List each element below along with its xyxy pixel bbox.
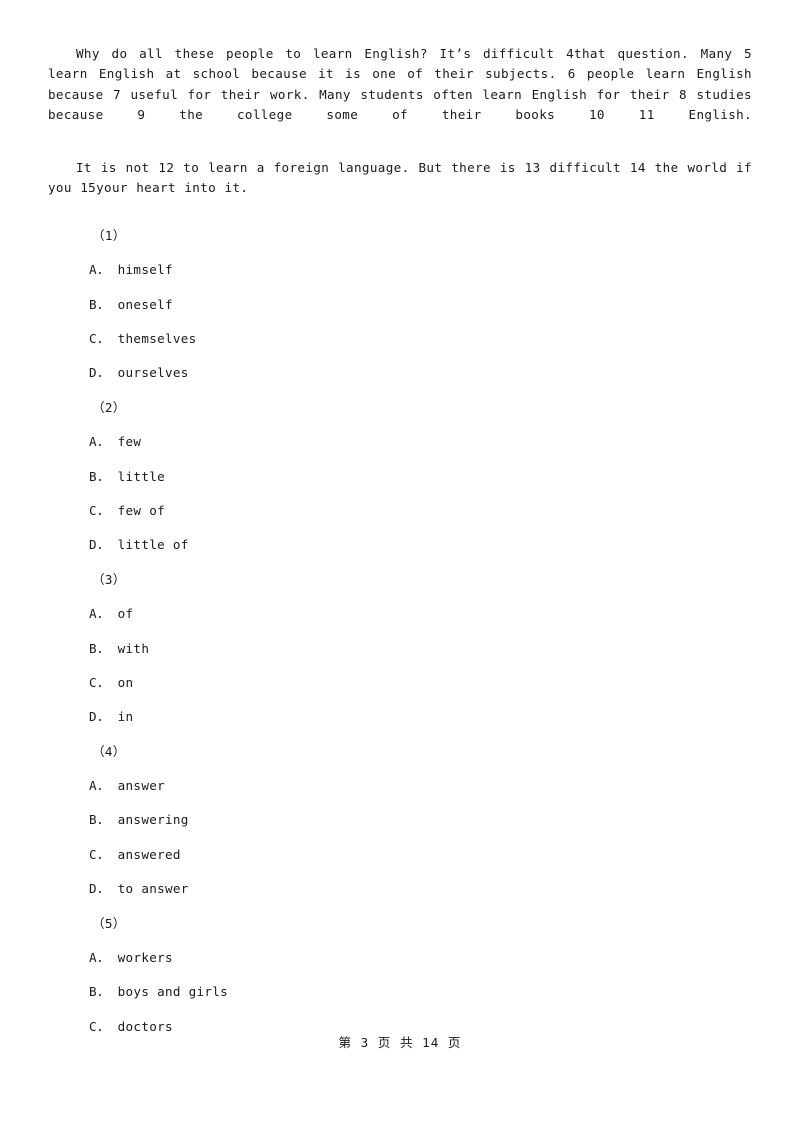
option-5-a[interactable]: A． workers	[48, 941, 752, 975]
option-text: answer	[117, 778, 165, 794]
option-text: on	[117, 674, 134, 690]
option-text: with	[117, 640, 150, 656]
option-2-c[interactable]: C． few of	[48, 494, 752, 528]
option-1-c[interactable]: C． themselves	[48, 322, 752, 356]
page-footer: 第 3 页 共 14 页	[338, 1035, 462, 1050]
question-number-3: （3）	[92, 571, 126, 587]
option-label: D．	[89, 365, 110, 381]
document-content: Why do all these people to learn English…	[48, 44, 752, 1044]
option-text: of	[117, 606, 134, 622]
option-label: C．	[89, 674, 110, 690]
option-text: little of	[117, 537, 189, 553]
option-1-d[interactable]: D． ourselves	[48, 356, 752, 390]
option-3-b[interactable]: B． with	[48, 632, 752, 666]
option-text: workers	[117, 950, 173, 966]
option-label: A．	[89, 778, 110, 794]
option-label: A．	[89, 950, 110, 966]
passage-paragraph-1: Why do all these people to learn English…	[48, 46, 752, 123]
option-text: boys and girls	[117, 984, 229, 1000]
option-4-c[interactable]: C． answered	[48, 838, 752, 872]
option-text: themselves	[117, 331, 197, 347]
option-label: B．	[89, 296, 110, 312]
option-text: answering	[117, 812, 189, 828]
option-label: A．	[89, 434, 110, 450]
option-label: B．	[89, 812, 110, 828]
option-3-d[interactable]: D． in	[48, 700, 752, 734]
option-text: little	[117, 468, 165, 484]
question-block-5: （5） A． workers B． boys and girls C． doct…	[48, 907, 752, 1045]
option-1-a[interactable]: A． himself	[48, 253, 752, 287]
option-text: doctors	[117, 1018, 173, 1034]
option-1-b[interactable]: B． oneself	[48, 288, 752, 322]
option-text: few of	[117, 502, 165, 518]
option-label: C．	[89, 502, 110, 518]
option-5-b[interactable]: B． boys and girls	[48, 975, 752, 1009]
option-label: B．	[89, 468, 110, 484]
option-label: B．	[89, 984, 110, 1000]
question-number-5: （5）	[92, 915, 126, 931]
option-3-c[interactable]: C． on	[48, 666, 752, 700]
option-label: C．	[89, 331, 110, 347]
option-text: oneself	[117, 296, 173, 312]
question-block-2: （2） A． few B． little C． few of D． little…	[48, 391, 752, 563]
option-text: answered	[117, 846, 181, 862]
option-label: A．	[89, 262, 110, 278]
option-label: D．	[89, 881, 110, 897]
option-text: ourselves	[117, 365, 189, 381]
question-block-3: （3） A． of B． with C． on D． in	[48, 563, 752, 735]
question-number-1: （1）	[92, 227, 126, 243]
option-text: few	[117, 434, 142, 450]
option-2-b[interactable]: B． little	[48, 460, 752, 494]
passage-paragraph-2: It is not 12 to learn a foreign language…	[48, 160, 752, 196]
option-3-a[interactable]: A． of	[48, 597, 752, 631]
option-label: A．	[89, 606, 110, 622]
document-page: Why do all these people to learn English…	[0, 0, 800, 1132]
question-block-1: （1） A． himself B． oneself C． themselves …	[48, 219, 752, 391]
question-number-4: （4）	[92, 743, 126, 759]
option-label: B．	[89, 640, 110, 656]
option-text: himself	[117, 262, 173, 278]
option-text: in	[117, 709, 134, 725]
option-label: C．	[89, 846, 110, 862]
option-2-a[interactable]: A． few	[48, 425, 752, 459]
option-2-d[interactable]: D． little of	[48, 528, 752, 562]
question-number-2: （2）	[92, 399, 126, 415]
option-label: C．	[89, 1018, 110, 1034]
option-text: to answer	[117, 881, 189, 897]
option-4-a[interactable]: A． answer	[48, 769, 752, 803]
option-label: D．	[89, 537, 110, 553]
option-4-b[interactable]: B． answering	[48, 803, 752, 837]
option-label: D．	[89, 709, 110, 725]
question-block-4: （4） A． answer B． answering C． answered D…	[48, 735, 752, 907]
question-list: （1） A． himself B． oneself C． themselves …	[48, 219, 752, 1044]
option-4-d[interactable]: D． to answer	[48, 872, 752, 906]
